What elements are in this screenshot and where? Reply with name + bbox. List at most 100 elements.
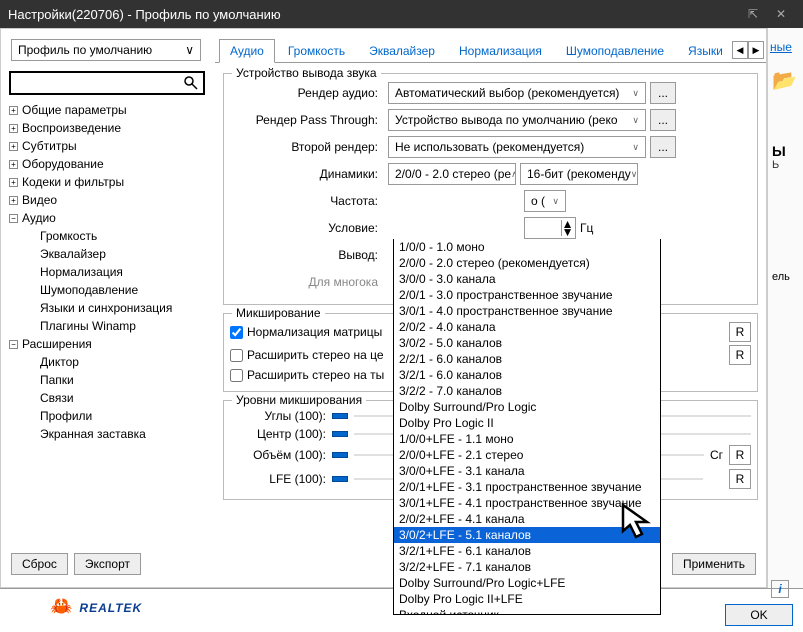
- tree-child[interactable]: Папки: [27, 371, 205, 389]
- r-button-4[interactable]: R: [729, 469, 751, 489]
- dropdown-option[interactable]: 3/0/1 - 4.0 пространственное звучание: [394, 303, 660, 319]
- pass-more-button[interactable]: ...: [650, 109, 676, 131]
- dropdown-option[interactable]: 2/2/1 - 6.0 каналов: [394, 351, 660, 367]
- tab-volume[interactable]: Громкость: [277, 39, 356, 62]
- tree-node[interactable]: +Общие параметры: [9, 101, 205, 119]
- render-more-button[interactable]: ...: [650, 82, 676, 104]
- dropdown-option[interactable]: 3/2/2 - 7.0 каналов: [394, 383, 660, 399]
- tab-scroll-left[interactable]: ◀: [732, 41, 748, 59]
- slider-volume[interactable]: [332, 452, 348, 458]
- tree-child[interactable]: Нормализация: [27, 263, 205, 281]
- check-expand-rear[interactable]: [230, 369, 243, 382]
- dropdown-option[interactable]: 3/0/0+LFE - 3.1 канала: [394, 463, 660, 479]
- check-normalize[interactable]: [230, 326, 243, 339]
- tree-node[interactable]: −Расширения: [9, 335, 205, 353]
- slider-lfe[interactable]: [332, 476, 348, 482]
- select-speakers[interactable]: 2/0/0 - 2.0 стерео (ре∧: [388, 163, 516, 185]
- tab-scroll-right[interactable]: ▶: [748, 41, 764, 59]
- export-button[interactable]: Экспорт: [74, 553, 141, 575]
- dropdown-option[interactable]: 3/2/2+LFE - 7.1 каналов: [394, 559, 660, 575]
- check-expand-center-label: Расширить стерео на це: [247, 348, 384, 362]
- tree-child[interactable]: Плагины Winamp: [27, 317, 205, 335]
- tree-node[interactable]: +Кодеки и фильтры: [9, 173, 205, 191]
- expand-icon[interactable]: +: [9, 124, 18, 133]
- select-freq[interactable]: о (∨: [524, 190, 566, 212]
- dropdown-option[interactable]: 3/2/1 - 6.0 каналов: [394, 367, 660, 383]
- freq-spinner[interactable]: ▲▼: [524, 217, 576, 239]
- pin-icon[interactable]: ⇱: [739, 7, 767, 21]
- tree-child[interactable]: Эквалайзер: [27, 245, 205, 263]
- dropdown-option[interactable]: 2/0/2 - 4.0 канала: [394, 319, 660, 335]
- profile-select[interactable]: Профиль по умолчанию ∨: [11, 39, 201, 61]
- tree-child[interactable]: Громкость: [27, 227, 205, 245]
- expand-icon[interactable]: −: [9, 214, 18, 223]
- close-icon[interactable]: ✕: [767, 7, 795, 21]
- partial-link[interactable]: ные: [768, 28, 803, 66]
- partial-softsign: Ь: [768, 159, 803, 171]
- dropdown-option[interactable]: 2/0/0 - 2.0 стерео (рекомендуется): [394, 255, 660, 271]
- select-bitdepth[interactable]: 16-бит (рекоменду∨: [520, 163, 638, 185]
- tab-normalization[interactable]: Нормализация: [448, 39, 553, 62]
- tree-node[interactable]: −Аудио: [9, 209, 205, 227]
- tree-node[interactable]: +Оборудование: [9, 155, 205, 173]
- search-input[interactable]: [9, 71, 205, 95]
- speakers-dropdown[interactable]: 1/0/0 - 1.0 моно2/0/0 - 2.0 стерео (реко…: [393, 239, 661, 615]
- settings-tree[interactable]: +Общие параметры+Воспроизведение+Субтитр…: [9, 101, 205, 443]
- expand-icon[interactable]: +: [9, 142, 18, 151]
- slider-angles[interactable]: [332, 413, 348, 419]
- tree-child[interactable]: Шумоподавление: [27, 281, 205, 299]
- tab-languages[interactable]: Языки: [677, 39, 734, 62]
- r-button-3[interactable]: R: [729, 445, 751, 465]
- expand-icon[interactable]: +: [9, 178, 18, 187]
- expand-icon[interactable]: +: [9, 160, 18, 169]
- dropdown-option[interactable]: 1/0/0+LFE - 1.1 моно: [394, 431, 660, 447]
- dropdown-option[interactable]: 3/0/2+LFE - 5.1 каналов: [394, 527, 660, 543]
- apply-button[interactable]: Применить: [672, 553, 756, 575]
- ok-button[interactable]: OK: [725, 604, 793, 626]
- tree-child[interactable]: Диктор: [27, 353, 205, 371]
- expand-icon[interactable]: +: [9, 106, 18, 115]
- reset-button[interactable]: Сброс: [11, 553, 68, 575]
- dropdown-option[interactable]: 2/0/0+LFE - 2.1 стерео: [394, 447, 660, 463]
- dropdown-option[interactable]: Dolby Pro Logic II+LFE: [394, 591, 660, 607]
- tree-node[interactable]: +Видео: [9, 191, 205, 209]
- tab-equalizer[interactable]: Эквалайзер: [358, 39, 446, 62]
- slider-center[interactable]: [332, 431, 348, 437]
- select-second[interactable]: Не использовать (рекомендуется)∨: [388, 136, 646, 158]
- tab-noise[interactable]: Шумоподавление: [555, 39, 675, 62]
- slider-center-label: Центр (100):: [230, 427, 326, 441]
- tree-child[interactable]: Связи: [27, 389, 205, 407]
- dropdown-option[interactable]: Входной источник: [394, 607, 660, 615]
- second-more-button[interactable]: ...: [650, 136, 676, 158]
- tree-child[interactable]: Профили: [27, 407, 205, 425]
- dropdown-option[interactable]: 1/0/0 - 1.0 моно: [394, 239, 660, 255]
- folder-icon: 📂: [768, 68, 803, 93]
- label-multi: Для многока: [230, 275, 384, 289]
- expand-icon[interactable]: +: [9, 196, 18, 205]
- chevron-down-icon: ∨: [632, 142, 639, 153]
- info-icon[interactable]: i: [771, 580, 789, 598]
- tab-audio[interactable]: Аудио: [219, 39, 275, 63]
- dropdown-option[interactable]: Dolby Surround/Pro Logic+LFE: [394, 575, 660, 591]
- r-button-1[interactable]: R: [729, 322, 751, 342]
- check-expand-center[interactable]: [230, 349, 243, 362]
- dropdown-option[interactable]: Dolby Surround/Pro Logic: [394, 399, 660, 415]
- tree-node[interactable]: +Субтитры: [9, 137, 205, 155]
- dropdown-option[interactable]: 2/0/1 - 3.0 пространственное звучание: [394, 287, 660, 303]
- tab-bar: Аудио Громкость Эквалайзер Нормализация …: [215, 39, 766, 63]
- dropdown-option[interactable]: 2/0/1+LFE - 3.1 пространственное звучани…: [394, 479, 660, 495]
- dropdown-option[interactable]: 2/0/2+LFE - 4.1 канала: [394, 511, 660, 527]
- slider-lfe-label: LFE (100):: [230, 472, 326, 486]
- dropdown-option[interactable]: 3/0/1+LFE - 4.1 пространственное звучани…: [394, 495, 660, 511]
- dropdown-option[interactable]: 3/0/2 - 5.0 каналов: [394, 335, 660, 351]
- tree-child[interactable]: Экранная заставка: [27, 425, 205, 443]
- dropdown-option[interactable]: 3/0/0 - 3.0 канала: [394, 271, 660, 287]
- dropdown-option[interactable]: Dolby Pro Logic II: [394, 415, 660, 431]
- dropdown-option[interactable]: 3/2/1+LFE - 6.1 каналов: [394, 543, 660, 559]
- tree-child[interactable]: Языки и синхронизация: [27, 299, 205, 317]
- select-render[interactable]: Автоматический выбор (рекомендуется)∨: [388, 82, 646, 104]
- expand-icon[interactable]: −: [9, 340, 18, 349]
- select-pass[interactable]: Устройство вывода по умолчанию (реко∨: [388, 109, 646, 131]
- tree-node[interactable]: +Воспроизведение: [9, 119, 205, 137]
- r-button-2[interactable]: R: [729, 345, 751, 365]
